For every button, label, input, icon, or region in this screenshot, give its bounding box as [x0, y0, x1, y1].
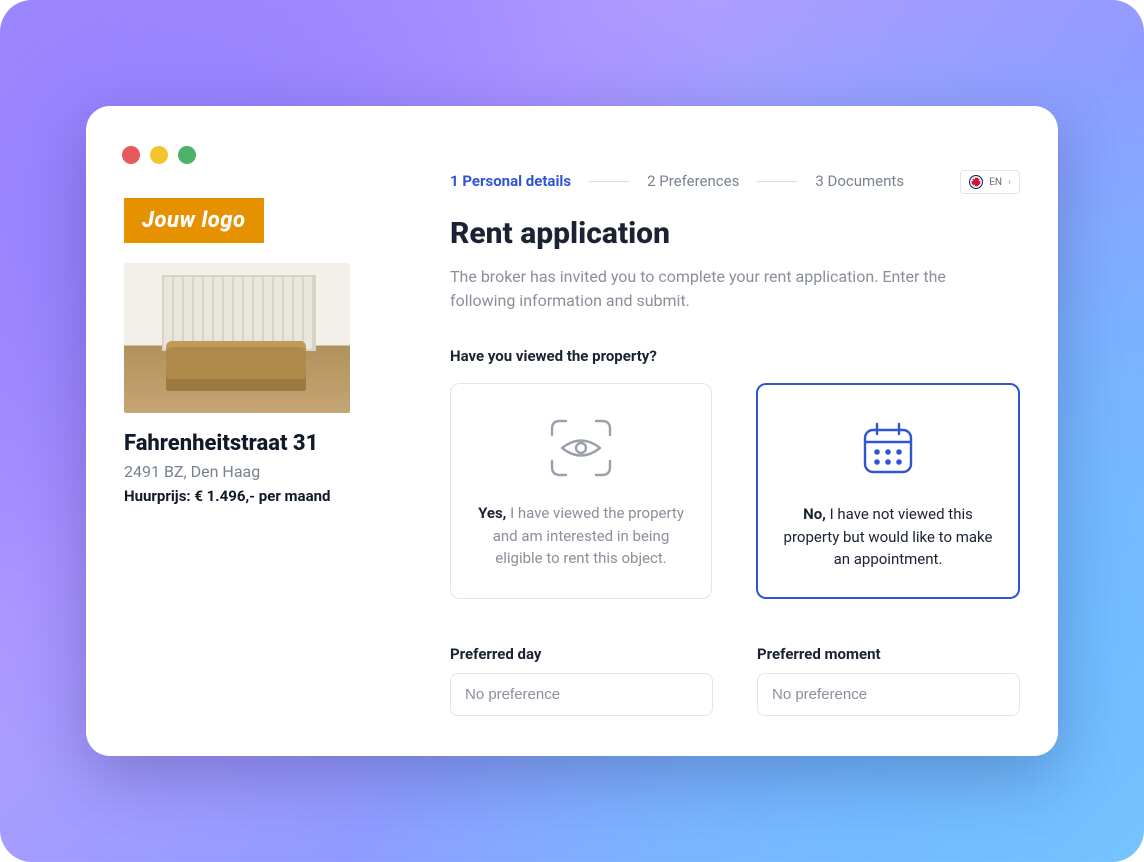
option-no-card[interactable]: No, I have not viewed this property but … — [756, 383, 1020, 599]
page-intro: The broker has invited you to complete y… — [450, 265, 970, 313]
preferred-moment-field: Preferred moment No preference — [757, 645, 1020, 716]
window-close-dot[interactable] — [122, 146, 140, 164]
sidebar: Jouw logo Fahrenheitstraat 31 2491 BZ, D… — [124, 144, 394, 716]
step-indicator: 1 Personal details 2 Preferences 3 Docum… — [450, 172, 1020, 190]
property-location: 2491 BZ, Den Haag — [124, 462, 394, 481]
step-divider — [589, 181, 629, 182]
preferred-moment-select[interactable]: No preference — [757, 673, 1020, 716]
preference-fields: Preferred day No preference Preferred mo… — [450, 645, 1020, 716]
app-background: Jouw logo Fahrenheitstraat 31 2491 BZ, D… — [0, 0, 1144, 862]
option-yes-body: I have viewed the property and am intere… — [493, 504, 684, 567]
window-zoom-dot[interactable] — [178, 146, 196, 164]
preferred-moment-label: Preferred moment — [757, 645, 1020, 663]
preferred-day-label: Preferred day — [450, 645, 713, 663]
step-preferences[interactable]: 2 Preferences — [647, 172, 739, 190]
window-controls — [122, 146, 196, 164]
option-yes-lead: Yes, — [478, 504, 506, 522]
question-viewed-property: Have you viewed the property? — [450, 347, 1020, 365]
calendar-icon — [857, 413, 919, 485]
step-documents[interactable]: 3 Documents — [815, 172, 904, 190]
logo-badge: Jouw logo — [124, 198, 264, 243]
option-yes-card[interactable]: Yes, I have viewed the property and am i… — [450, 383, 712, 599]
eye-scan-icon — [548, 412, 614, 484]
window-minimize-dot[interactable] — [150, 146, 168, 164]
app-panel: Jouw logo Fahrenheitstraat 31 2491 BZ, D… — [86, 106, 1058, 756]
language-code: EN — [989, 177, 1002, 188]
option-no-lead: No, — [803, 505, 826, 523]
language-switcher[interactable]: EN › — [960, 170, 1020, 194]
property-address: Fahrenheitstraat 31 — [124, 431, 394, 456]
preferred-day-field: Preferred day No preference — [450, 645, 713, 716]
page-title: Rent application — [450, 216, 1020, 251]
step-divider — [757, 181, 797, 182]
option-cards: Yes, I have viewed the property and am i… — [450, 383, 1020, 599]
uk-flag-icon — [969, 175, 983, 189]
main-content: 1 Personal details 2 Preferences 3 Docum… — [394, 144, 1020, 716]
property-photo — [124, 263, 350, 413]
chevron-right-icon: › — [1008, 177, 1011, 188]
step-personal-details[interactable]: 1 Personal details — [450, 172, 571, 190]
preferred-day-select[interactable]: No preference — [450, 673, 713, 716]
property-price: Huurprijs: € 1.496,- per maand — [124, 487, 394, 505]
